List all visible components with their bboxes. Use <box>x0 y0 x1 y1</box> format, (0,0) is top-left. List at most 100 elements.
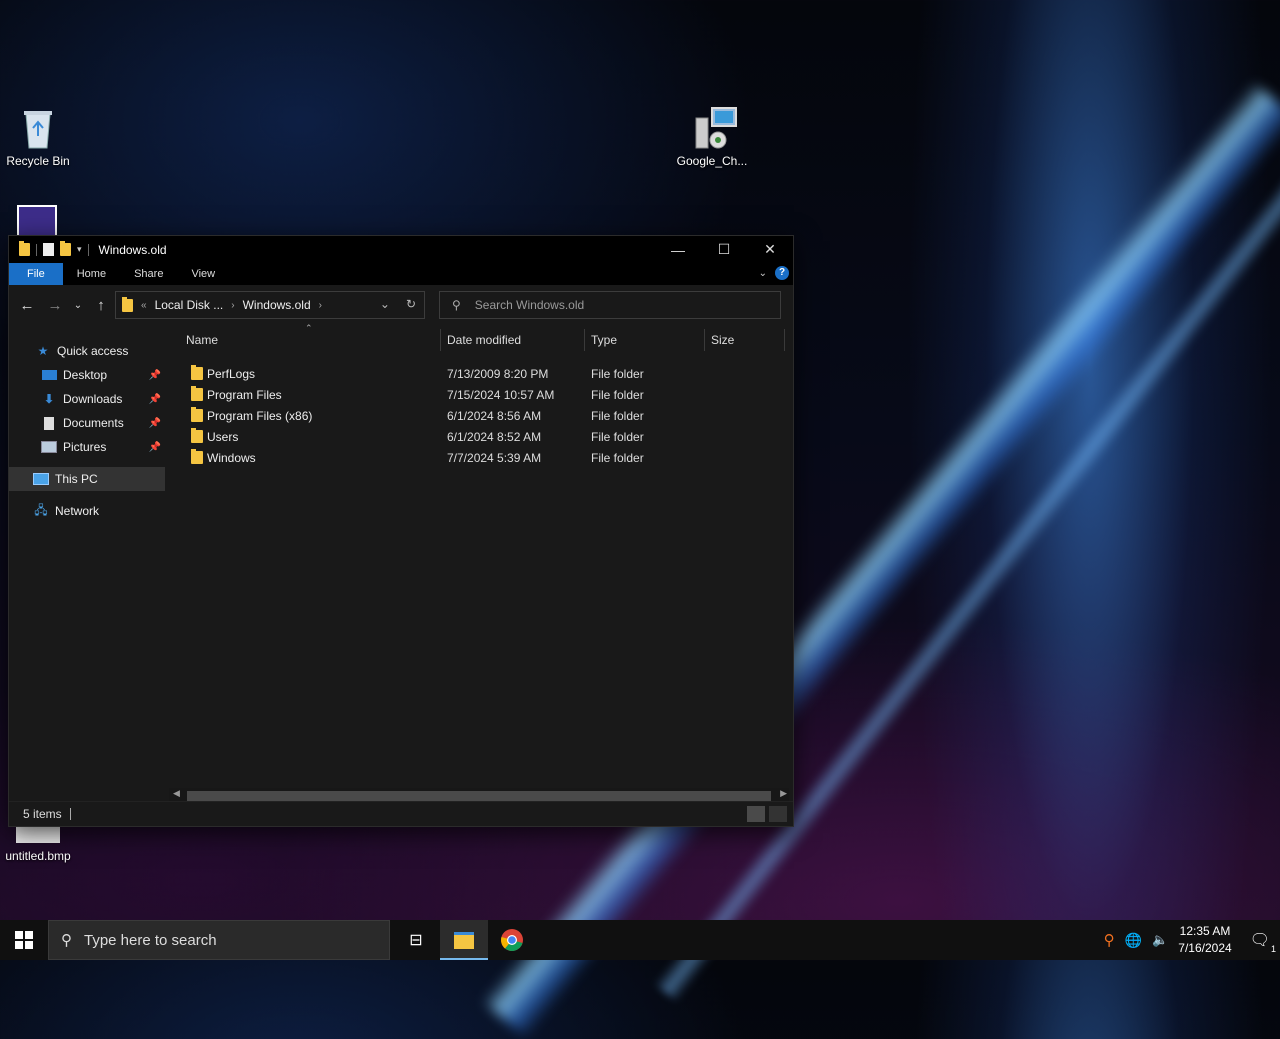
table-row[interactable]: Program Files (x86) 6/1/2024 8:56 AM Fil… <box>165 405 793 426</box>
clock[interactable]: 12:35 AM 7/16/2024 <box>1178 923 1231 957</box>
breadcrumb-separator-icon[interactable]: › <box>319 300 322 311</box>
folder-icon <box>19 241 30 256</box>
search-tray-icon[interactable]: ⚲ <box>1104 931 1115 949</box>
task-view-button[interactable]: ⊟ <box>392 920 440 960</box>
properties-icon[interactable] <box>43 243 54 256</box>
breadcrumb-windows-old[interactable]: Windows.old <box>243 298 311 312</box>
file-explorer-taskbar-button[interactable] <box>440 920 488 960</box>
pictures-icon <box>41 440 57 454</box>
horizontal-scrollbar[interactable]: ◀ ▶ <box>169 788 789 802</box>
desktop-icon-untitled-bmp[interactable]: untitled.bmp <box>0 825 76 863</box>
recent-locations-chevron-icon[interactable]: ⌄ <box>69 300 87 311</box>
back-button[interactable]: ← <box>13 297 41 314</box>
navigation-pane: ★ Quick access Desktop 📌 ⬇ Downloads 📌 D… <box>9 325 165 802</box>
speaker-muted-icon[interactable]: 🔈 <box>1152 932 1168 948</box>
pin-icon[interactable]: 📌 <box>149 442 161 453</box>
file-explorer-icon <box>454 931 474 949</box>
column-header-size[interactable]: Size <box>711 333 734 347</box>
sort-ascending-icon: ⌃ <box>305 323 313 333</box>
ribbon-tabs: File Home Share View ⌄ ? <box>9 263 793 285</box>
up-button[interactable]: ↑ <box>87 297 115 314</box>
chrome-icon <box>501 929 523 951</box>
chrome-taskbar-button[interactable] <box>488 920 536 960</box>
search-box[interactable]: ⚲ <box>439 291 781 319</box>
table-row[interactable]: Program Files 7/15/2024 10:57 AM File fo… <box>165 384 793 405</box>
new-folder-icon[interactable] <box>60 241 71 256</box>
recycle-bin-icon <box>18 106 58 150</box>
clock-date: 7/16/2024 <box>1178 941 1232 955</box>
search-icon: ⚲ <box>61 932 72 949</box>
task-view-icon: ⊟ <box>409 932 423 949</box>
sidebar-item-quick-access[interactable]: ★ Quick access <box>9 339 165 363</box>
start-button[interactable] <box>0 920 48 960</box>
maximize-button[interactable]: ☐ <box>701 236 747 263</box>
quick-access-toolbar: ▾ Windows.old <box>9 241 167 257</box>
details-view-button[interactable] <box>747 806 765 822</box>
minimize-button[interactable]: — <box>655 236 701 263</box>
forward-button[interactable]: → <box>41 297 69 314</box>
sidebar-item-downloads[interactable]: ⬇ Downloads 📌 <box>9 387 165 411</box>
sidebar-item-pictures[interactable]: Pictures 📌 <box>9 435 165 459</box>
network-icon: 🖧 <box>34 502 48 517</box>
desktop-icon-app[interactable] <box>12 205 62 239</box>
column-header-name[interactable]: Name <box>186 333 218 347</box>
window-title: Windows.old <box>98 242 167 257</box>
scroll-right-icon[interactable]: ▶ <box>780 788 787 799</box>
item-count: 5 items <box>23 807 62 821</box>
column-divider[interactable] <box>704 329 705 351</box>
bitmap-file-icon <box>16 825 60 843</box>
navigation-bar: ← → ⌄ ↑ « Local Disk ... › Windows.old ›… <box>9 285 793 325</box>
expand-ribbon-chevron-icon[interactable]: ⌄ <box>759 268 767 279</box>
sidebar-item-documents[interactable]: Documents 📌 <box>9 411 165 435</box>
folder-icon <box>191 428 203 443</box>
tab-home[interactable]: Home <box>63 263 120 285</box>
customize-toolbar-chevron-icon[interactable]: ▾ <box>77 244 82 255</box>
file-list: ⌃ Name Date modified Type Size PerfLogs … <box>165 323 793 802</box>
close-button[interactable]: ✕ <box>747 236 793 263</box>
pin-icon[interactable]: 📌 <box>149 370 161 381</box>
computer-icon <box>33 472 49 486</box>
tab-file[interactable]: File <box>9 263 63 285</box>
sidebar-item-network[interactable]: 🖧 Network <box>9 499 165 523</box>
taskbar-search-box[interactable]: ⚲ Type here to search <box>48 920 390 960</box>
file-explorer-window: ▾ Windows.old — ☐ ✕ File Home Share View… <box>8 235 794 827</box>
column-headers: ⌃ Name Date modified Type Size <box>165 323 793 355</box>
sidebar-item-this-pc[interactable]: This PC <box>9 467 165 491</box>
folder-icon <box>191 407 203 422</box>
title-bar[interactable]: ▾ Windows.old — ☐ ✕ <box>9 236 793 263</box>
system-tray: ⚲ 🌐 🔈 12:35 AM 7/16/2024 🗨 1 <box>1104 920 1280 960</box>
scrollbar-thumb[interactable] <box>187 791 771 801</box>
table-row[interactable]: PerfLogs 7/13/2009 8:20 PM File folder <box>165 363 793 384</box>
column-divider[interactable] <box>584 329 585 351</box>
desktop-icon-recycle-bin[interactable]: Recycle Bin <box>0 106 76 168</box>
pin-icon[interactable]: 📌 <box>149 418 161 429</box>
tab-share[interactable]: Share <box>120 263 177 285</box>
breadcrumb-local-disk[interactable]: Local Disk ... <box>155 298 224 312</box>
large-icons-view-button[interactable] <box>769 806 787 822</box>
breadcrumb-separator-icon[interactable]: › <box>231 300 234 311</box>
network-globe-icon[interactable]: 🌐 <box>1125 932 1142 949</box>
column-divider[interactable] <box>440 329 441 351</box>
column-divider[interactable] <box>784 329 785 351</box>
address-bar[interactable]: « Local Disk ... › Windows.old › ⌄ ↻ <box>115 291 425 319</box>
scroll-left-icon[interactable]: ◀ <box>173 788 180 799</box>
desktop-icon-google-chrome-installer[interactable]: Google_Ch... <box>674 106 750 168</box>
sidebar-item-desktop[interactable]: Desktop 📌 <box>9 363 165 387</box>
column-header-date-modified[interactable]: Date modified <box>447 333 521 347</box>
download-icon: ⬇ <box>43 392 55 406</box>
tab-view[interactable]: View <box>177 263 229 285</box>
windows-logo-icon <box>15 931 33 949</box>
table-row[interactable]: Windows 7/7/2024 5:39 AM File folder <box>165 447 793 468</box>
refresh-icon[interactable]: ↻ <box>406 297 416 311</box>
overflow-chevron-icon[interactable]: « <box>141 300 147 311</box>
folder-icon <box>191 449 203 464</box>
address-history-chevron-icon[interactable]: ⌄ <box>380 297 390 311</box>
table-row[interactable]: Users 6/1/2024 8:52 AM File folder <box>165 426 793 447</box>
pin-icon[interactable]: 📌 <box>149 394 161 405</box>
installer-icon <box>692 106 737 150</box>
desktop-icon-label: untitled.bmp <box>5 849 71 863</box>
search-input[interactable] <box>472 297 757 313</box>
action-center-icon[interactable]: 🗨 1 <box>1250 930 1276 954</box>
column-header-type[interactable]: Type <box>591 333 617 347</box>
help-icon[interactable]: ? <box>775 266 789 280</box>
